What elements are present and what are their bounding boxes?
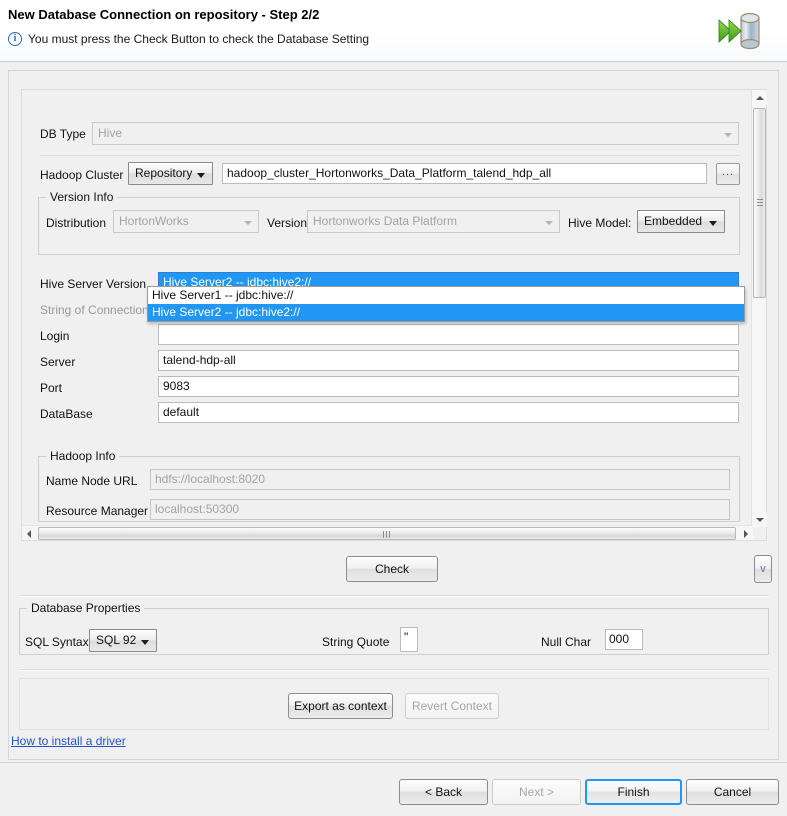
form-divider-top [40,155,740,156]
vertical-scroll-thumb[interactable] [753,108,766,298]
scroll-down-arrow-icon[interactable] [752,512,767,527]
hive-model-label: Hive Model: [568,216,631,230]
scroll-right-arrow-icon[interactable] [744,530,748,538]
db-type-label: DB Type [40,127,86,141]
distribution-label: Distribution [46,216,106,230]
string-quote-label: String Quote [322,635,389,649]
db-type-combo[interactable]: Hive [92,122,739,145]
hadoop-cluster-label: Hadoop Cluster [40,168,123,182]
context-group [19,678,769,730]
server-field[interactable]: talend-hdp-all [158,350,739,371]
distribution-combo[interactable]: HortonWorks [113,210,259,233]
page-title: New Database Connection on repository - … [8,7,319,22]
info-circle-icon: i [8,32,22,46]
null-char-label: Null Char [541,635,591,649]
header-message: You must press the Check Button to check… [28,32,369,46]
hive-model-combo[interactable]: Embedded [637,210,725,233]
database-label: DataBase [40,407,93,421]
next-button: Next > [492,779,581,805]
scroll-up-arrow-icon[interactable] [752,90,767,105]
dropdown-option-1[interactable]: Hive Server2 -- jdbc:hive2:// [148,304,744,321]
dialog-footer: < Back Next > Finish Cancel [0,762,787,816]
database-properties-title: Database Properties [27,601,144,615]
version-label: Version [267,216,307,230]
resource-manager-label: Resource Manager [46,504,148,518]
section-divider-2-highlight [19,670,769,671]
export-as-context-button[interactable]: Export as context [288,693,393,719]
version-info-title: Version Info [46,190,117,204]
hadoop-cluster-browse-button[interactable]: ... [716,163,740,185]
port-field[interactable]: 9083 [158,376,739,397]
section-divider-1-highlight [19,596,769,597]
port-label: Port [40,381,62,395]
install-driver-link[interactable]: How to install a driver [11,734,126,748]
back-button[interactable]: < Back [399,779,488,805]
database-import-icon [715,8,773,54]
dropdown-option-0[interactable]: Hive Server1 -- jdbc:hive:// [148,287,744,304]
hive-server-version-dropdown-list[interactable]: Hive Server1 -- jdbc:hive:// Hive Server… [147,286,745,322]
scroll-left-arrow-icon[interactable] [27,530,31,538]
server-label: Server [40,355,75,369]
sql-syntax-label: SQL Syntax [25,635,89,649]
login-label: Login [40,329,69,343]
dialog-window: New Database Connection on repository - … [0,0,787,816]
hadoop-info-title: Hadoop Info [46,449,119,463]
hadoop-cluster-mode-combo[interactable]: Repository [128,162,213,185]
horizontal-scroll-thumb[interactable] [38,527,736,540]
version-combo[interactable]: Hortonworks Data Platform [307,210,560,233]
form-vertical-scrollbar[interactable] [751,90,766,527]
revert-context-button: Revert Context [405,693,499,719]
dialog-header: New Database Connection on repository - … [0,0,787,62]
cancel-button[interactable]: Cancel [686,779,779,805]
string-of-connection-label: String of Connection [40,303,149,317]
sql-syntax-combo[interactable]: SQL 92 [89,629,157,652]
hive-server-version-label: Hive Server Version [40,277,146,291]
collapse-toggle-button[interactable]: v [754,555,772,583]
dialog-body: DB Type Hive Hadoop Cluster Repository h… [8,70,779,760]
string-quote-field[interactable]: " [400,627,418,652]
login-field[interactable] [158,324,739,345]
check-button[interactable]: Check [346,556,438,582]
name-node-url-field: hdfs://localhost:8020 [150,469,730,490]
null-char-field[interactable]: 000 [605,629,643,650]
finish-button[interactable]: Finish [585,779,682,805]
resource-manager-field: localhost:50300 [150,499,730,520]
name-node-url-label: Name Node URL [46,474,137,488]
form-horizontal-scrollbar[interactable] [22,525,753,540]
hadoop-cluster-name-field[interactable]: hadoop_cluster_Hortonworks_Data_Platform… [222,163,707,184]
database-field[interactable]: default [158,402,739,423]
